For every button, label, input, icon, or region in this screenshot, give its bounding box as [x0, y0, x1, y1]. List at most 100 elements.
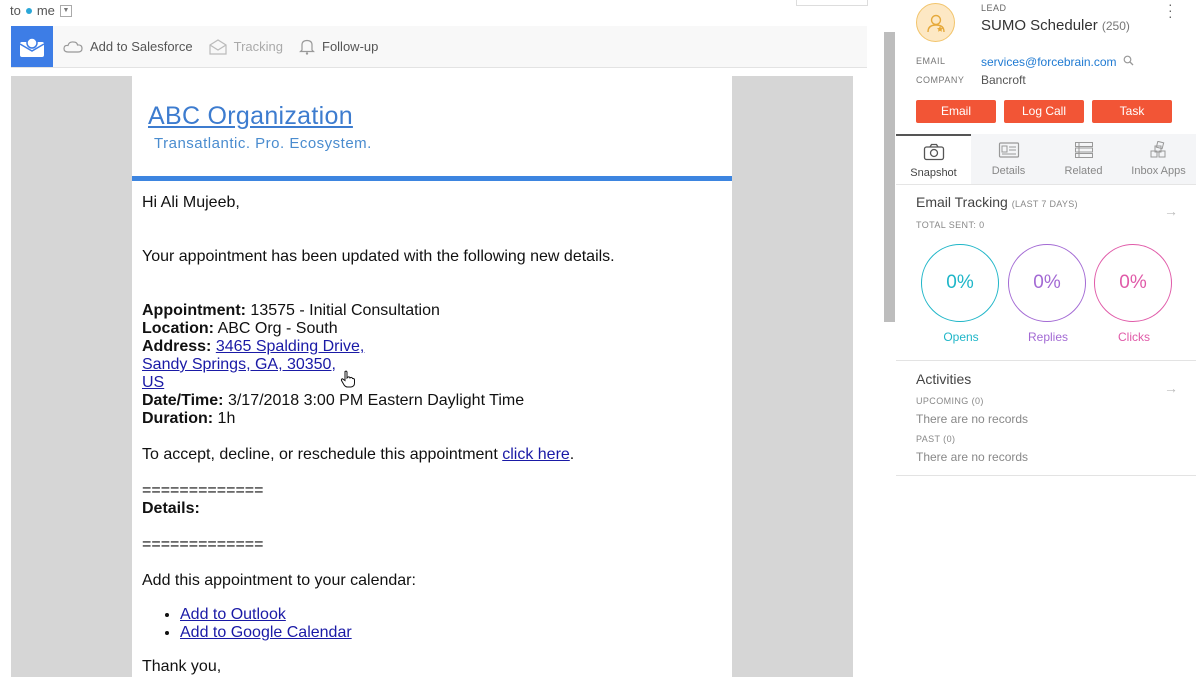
list-item: Add to Outlook: [180, 606, 722, 624]
vertical-scrollbar[interactable]: [870, 0, 897, 677]
add-to-outlook-link[interactable]: Add to Outlook: [180, 606, 286, 623]
recipient-name: me: [36, 3, 55, 18]
clicks-label: Clicks: [1118, 330, 1150, 344]
tab-inbox-apps-label: Inbox Apps: [1131, 165, 1186, 177]
hand-cursor-icon: [340, 370, 356, 393]
tab-details[interactable]: Details: [971, 134, 1046, 184]
separator-1: =============: [142, 482, 264, 499]
duration-line: Duration: 1h: [142, 410, 722, 428]
salesforce-sidebar: LEAD SUMO Scheduler (250) · · · EMAIL serv…: [896, 0, 1196, 677]
email-card: ABC Organization Transatlantic. Pro. Eco…: [132, 76, 732, 677]
details-label: Details:: [142, 500, 722, 518]
tracking-label: Tracking: [233, 39, 283, 54]
greeting: Hi Ali Mujeeb,: [142, 194, 240, 211]
opens-label: Opens: [943, 330, 979, 344]
add-to-salesforce-label: Add to Salesforce: [90, 39, 193, 54]
tab-inbox-apps[interactable]: Inbox Apps: [1121, 134, 1196, 184]
address-link-3[interactable]: US: [142, 374, 164, 391]
chevron-down-icon[interactable]: ▼: [59, 4, 72, 17]
email-body-frame: ABC Organization Transatlantic. Pro. Eco…: [11, 76, 853, 677]
details-label-text: Details:: [142, 500, 200, 517]
email-content: Hi Ali Mujeeb, Your appointment has been…: [142, 188, 722, 676]
replies-ring: 0%: [1008, 244, 1086, 322]
clicks-ring: 0%: [1094, 244, 1172, 322]
accept-end: .: [569, 446, 575, 463]
datetime-line: Date/Time: 3/17/2018 3:00 PM Eastern Day…: [142, 392, 722, 410]
location-line: Location: ABC Org - South: [142, 320, 722, 338]
email-field-label: EMAIL: [916, 56, 946, 66]
camera-icon: [923, 143, 944, 161]
address-link-1[interactable]: 3465 Spalding Drive,: [216, 338, 365, 355]
location-value: ABC Org - South: [214, 320, 338, 337]
duration-value: 1h: [213, 410, 236, 427]
past-empty: There are no records: [916, 450, 1029, 464]
company-field-value: Bancroft: [981, 73, 1026, 87]
click-here-link[interactable]: click here: [502, 446, 570, 463]
intro-text: Your appointment has been updated with t…: [142, 248, 615, 265]
duration-label: Duration:: [142, 410, 214, 427]
appointment-line: Appointment: 13575 - Initial Consultatio…: [142, 302, 722, 320]
action-buttons: Email Log Call Task: [916, 100, 1172, 123]
lead-name-text: SUMO Scheduler: [981, 17, 1098, 34]
separator-2: =============: [142, 536, 264, 553]
accept-text: To accept, decline, or reschedule this a…: [142, 446, 503, 463]
past-label: PAST (0): [916, 434, 956, 444]
location-label: Location:: [142, 320, 214, 337]
cloud-icon: [63, 40, 83, 53]
company-field-label: COMPANY: [916, 75, 965, 85]
id-card-icon: [998, 142, 1019, 158]
section-divider: [896, 360, 1196, 361]
envelope-logo-icon[interactable]: [11, 26, 53, 67]
addon-toolbar: Add to Salesforce Tracking Follow-up: [11, 26, 867, 68]
email-button[interactable]: Email: [916, 100, 996, 123]
org-title[interactable]: ABC Organization: [148, 102, 372, 131]
tracking-period: (LAST 7 DAYS): [1011, 199, 1078, 209]
tab-related[interactable]: Related: [1046, 134, 1121, 184]
total-sent: TOTAL SENT: 0: [916, 220, 985, 230]
calendar-intro: Add this appointment to your calendar:: [142, 572, 416, 589]
list-icon: [1074, 142, 1093, 158]
address-line: Address: 3465 Spalding Drive,: [142, 338, 722, 356]
address-link-2[interactable]: Sandy Springs, GA, 30350,: [142, 356, 336, 373]
email-field-value[interactable]: services@forcebrain.com: [981, 55, 1134, 69]
tab-details-label: Details: [991, 165, 1026, 177]
lead-name[interactable]: SUMO Scheduler (250): [981, 17, 1130, 34]
more-options-icon[interactable]: · · ·: [1168, 0, 1173, 23]
sidebar-tabs: Snapshot Details Related Inbox Apps: [896, 134, 1196, 185]
scrollbar-thumb[interactable]: [884, 32, 895, 322]
thanks-text: Thank you,: [142, 658, 222, 675]
header-divider: [132, 176, 732, 181]
section-divider: [896, 475, 1196, 476]
email-address: services@forcebrain.com: [981, 55, 1117, 69]
opens-ring: 0%: [921, 244, 999, 322]
blocks-icon: [1150, 141, 1165, 158]
replies-label: Replies: [1027, 330, 1069, 344]
bell-icon: [299, 39, 315, 55]
appointment-label: Appointment:: [142, 302, 246, 319]
org-header: ABC Organization Transatlantic. Pro. Eco…: [148, 102, 372, 152]
address-line-3: US: [142, 374, 722, 392]
add-to-google-calendar-link[interactable]: Add to Google Calendar: [180, 624, 352, 641]
tracking-button[interactable]: Tracking: [209, 38, 283, 55]
accept-line: To accept, decline, or reschedule this a…: [142, 446, 722, 464]
log-call-button[interactable]: Log Call: [1004, 100, 1084, 123]
datetime-label: Date/Time:: [142, 392, 224, 409]
email-pane: to me ▼ Add to Salesforce Tracking Follo…: [0, 0, 870, 677]
follow-up-button[interactable]: Follow-up: [299, 38, 378, 55]
lead-count: (250): [1101, 19, 1130, 33]
envelope-open-icon: [209, 38, 227, 55]
task-button[interactable]: Task: [1092, 100, 1172, 123]
email-tracking-title: Email Tracking (LAST 7 DAYS): [916, 194, 1078, 210]
add-to-salesforce-button[interactable]: Add to Salesforce: [63, 39, 193, 54]
search-icon[interactable]: [1123, 55, 1134, 66]
upcoming-label: UPCOMING (0): [916, 396, 984, 406]
email-tracking-arrow-icon[interactable]: →: [1164, 203, 1178, 219]
tab-related-label: Related: [1064, 165, 1103, 177]
address-line-2: Sandy Springs, GA, 30350,: [142, 356, 722, 374]
appointment-value: 13575 - Initial Consultation: [245, 302, 440, 319]
tab-snapshot[interactable]: Snapshot: [896, 134, 971, 184]
calendar-links: Add to Outlook Add to Google Calendar: [142, 606, 722, 642]
activities-arrow-icon[interactable]: →: [1164, 380, 1178, 396]
address-label: Address:: [142, 338, 212, 355]
activities-title: Activities: [916, 371, 972, 387]
